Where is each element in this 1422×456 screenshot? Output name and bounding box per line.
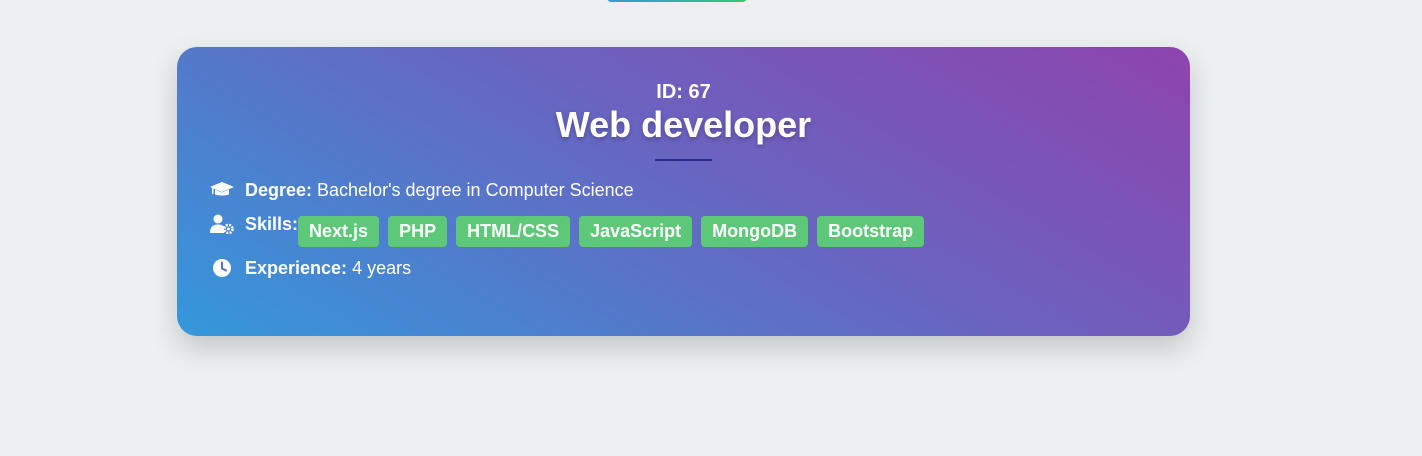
top-tab-indicator[interactable] bbox=[606, 0, 748, 2]
skill-tag[interactable]: MongoDB bbox=[701, 216, 809, 247]
page: ID: 67 Web developer Degree: Bachelor's … bbox=[0, 0, 1422, 456]
graduation-cap-icon bbox=[210, 179, 234, 201]
title-divider bbox=[655, 159, 712, 161]
experience-label: Experience: bbox=[245, 258, 348, 278]
job-details: Degree: Bachelor's degree in Computer Sc… bbox=[210, 179, 1157, 279]
card-header: ID: 67 Web developer bbox=[177, 47, 1190, 161]
clock-icon bbox=[210, 257, 234, 279]
skills-label: Skills: bbox=[245, 214, 299, 234]
user-gear-icon bbox=[210, 213, 234, 235]
job-card: ID: 67 Web developer Degree: Bachelor's … bbox=[177, 47, 1190, 336]
degree-row: Degree: Bachelor's degree in Computer Sc… bbox=[210, 179, 1157, 205]
skill-tag[interactable]: JavaScript bbox=[579, 216, 693, 247]
skill-tag[interactable]: PHP bbox=[388, 216, 448, 247]
skill-tag[interactable]: Next.js bbox=[298, 216, 380, 247]
job-id: ID: 67 bbox=[656, 81, 711, 103]
degree-label: Degree: bbox=[245, 180, 313, 200]
skill-tag[interactable]: Bootstrap bbox=[817, 216, 925, 247]
skill-tag[interactable]: HTML/CSS bbox=[456, 216, 571, 247]
degree-value: Bachelor's degree in Computer Science bbox=[317, 180, 634, 200]
experience-value: 4 years bbox=[352, 258, 412, 278]
experience-row: Experience: 4 years bbox=[210, 257, 1157, 279]
job-title: Web developer bbox=[555, 104, 812, 145]
skills-row: Skills: Next.js PHP HTML/CSS JavaScript … bbox=[210, 213, 1157, 257]
skill-tags: Next.js PHP HTML/CSS JavaScript MongoDB … bbox=[298, 216, 925, 247]
